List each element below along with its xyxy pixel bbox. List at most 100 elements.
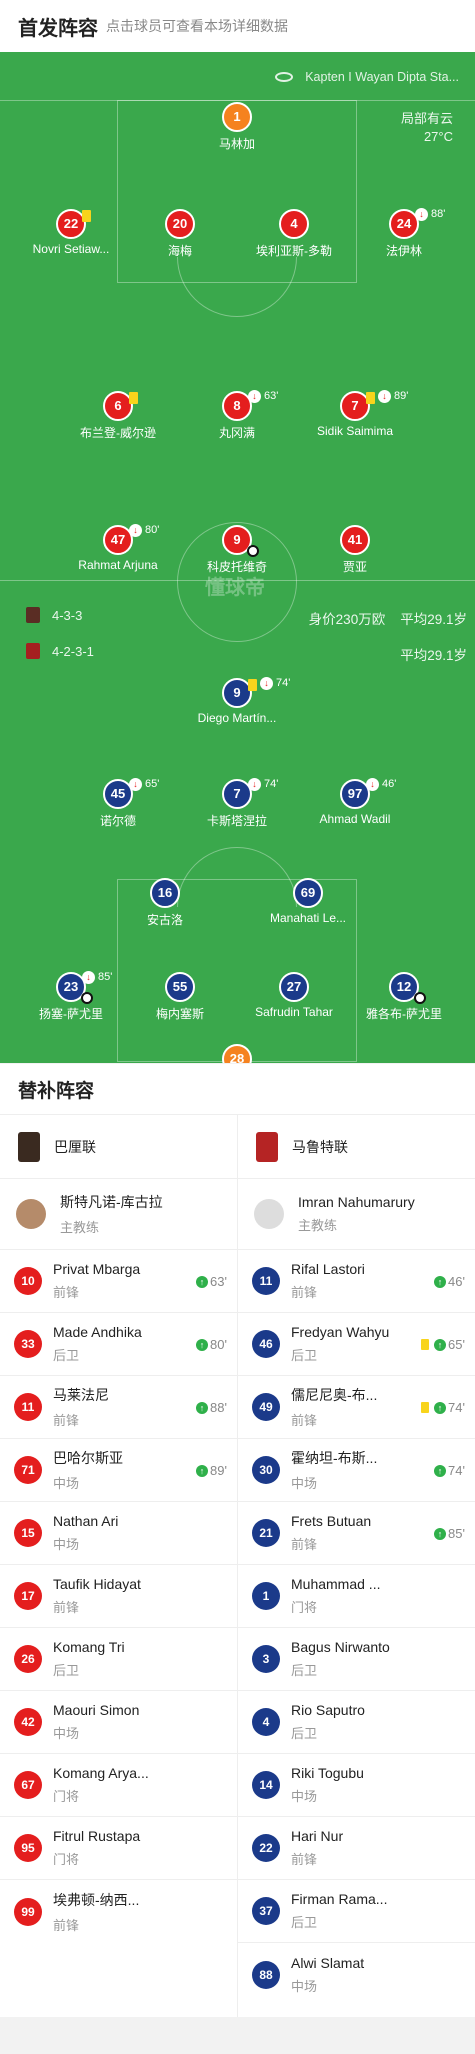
- bench-player-row[interactable]: 4 Rio Saputro 后卫: [238, 1691, 475, 1754]
- bench-player-row[interactable]: 30 霍纳坦-布斯... 中场 ↑ 74': [238, 1439, 475, 1502]
- sub-time: 63': [210, 1274, 227, 1289]
- coach-name: 斯特凡诺-库古拉: [60, 1194, 163, 1210]
- sub-off-icon: ↓: [260, 677, 273, 690]
- player-position: 门将: [53, 1852, 80, 1867]
- away-coach[interactable]: Imran Nahumarury 主教练: [238, 1179, 475, 1250]
- sub-off-icon: ↓: [415, 208, 428, 221]
- player-name: 霍纳坦-布斯...: [291, 1450, 378, 1466]
- player-away-28[interactable]: 28 迪达: [167, 1044, 307, 1063]
- bench-player-row[interactable]: 17 Taufik Hidayat 前锋: [0, 1565, 237, 1628]
- bench-player-row[interactable]: 42 Maouri Simon 中场: [0, 1691, 237, 1754]
- bench-player-row[interactable]: 33 Made Andhika 后卫 ↑ 80': [0, 1313, 237, 1376]
- away-crest-icon: [26, 643, 40, 659]
- player-number: 28: [222, 1044, 252, 1063]
- sub-time: 65': [145, 778, 160, 790]
- player-name: Privat Mbarga: [53, 1261, 141, 1277]
- player-position: 前锋: [291, 1285, 318, 1300]
- away-team-header[interactable]: 马鲁特联: [238, 1115, 475, 1179]
- bench-player-row[interactable]: 95 Fitrul Rustapa 门将: [0, 1817, 237, 1880]
- bench-player-row[interactable]: 49 儒尼尼奥-布... 前锋 ↑ 74': [238, 1376, 475, 1439]
- home-coach[interactable]: 斯特凡诺-库古拉 主教练: [0, 1179, 237, 1250]
- bench-player-row[interactable]: 67 Komang Arya... 门将: [0, 1754, 237, 1817]
- sub-off-icon: ↓: [378, 390, 391, 403]
- sub-on-icon: ↑: [196, 1338, 209, 1351]
- player-name: Bagus Nirwanto: [291, 1639, 390, 1655]
- player-name: Ahmad Wadil: [319, 812, 391, 826]
- sub-off-icon: ↓: [82, 971, 95, 984]
- bench-player-row[interactable]: 10 Privat Mbarga 前锋 ↑ 63': [0, 1250, 237, 1313]
- player-number: 17: [14, 1582, 42, 1610]
- player-name: Firman Rama...: [291, 1891, 388, 1907]
- player-home-1[interactable]: 1 马林加: [167, 102, 307, 152]
- stadium-icon: [275, 72, 294, 82]
- bench-player-row[interactable]: 99 埃弗顿-纳西... 前锋: [0, 1880, 237, 1943]
- player-away-12[interactable]: 12 雅各布-萨尤里: [334, 972, 474, 1022]
- sub-on-icon: ↑: [196, 1464, 209, 1477]
- lineup-subtitle: 点击球员可查看本场详细数据: [106, 18, 288, 34]
- player-number: 55: [165, 972, 195, 1002]
- away-avg-age: 平均29.1岁: [400, 648, 467, 663]
- player-position: 后卫: [291, 1915, 318, 1930]
- bench-player-row[interactable]: 11 Rifal Lastori 前锋 ↑ 46': [238, 1250, 475, 1313]
- player-name: Sidik Saimima: [316, 424, 394, 438]
- player-number: 67: [14, 1771, 42, 1799]
- player-name: 贾亚: [342, 560, 367, 574]
- bench-player-row[interactable]: 26 Komang Tri 后卫: [0, 1628, 237, 1691]
- penalty-arc-top: [177, 257, 297, 317]
- player-number: 21: [252, 1519, 280, 1547]
- bench-player-row[interactable]: 15 Nathan Ari 中场: [0, 1502, 237, 1565]
- player-position: 前锋: [291, 1537, 318, 1552]
- player-home-24[interactable]: 24 法伊林 ↓ 88': [334, 208, 474, 259]
- home-crest-icon: [26, 607, 40, 623]
- sub-time: 63': [264, 390, 279, 402]
- player-name: Maouri Simon: [53, 1702, 140, 1718]
- bench-player-row[interactable]: 1 Muhammad ... 门将: [238, 1565, 475, 1628]
- sub-off-icon: ↓: [129, 524, 142, 537]
- player-number: 33: [14, 1330, 42, 1358]
- sub-time: 46': [448, 1274, 465, 1289]
- sub-time: 85': [448, 1526, 465, 1541]
- yellow-card-icon: [421, 1339, 430, 1350]
- player-position: 后卫: [53, 1663, 80, 1678]
- player-home-7[interactable]: 7 Sidik Saimima ↓ 89': [285, 390, 425, 438]
- sub-on-icon: ↑: [196, 1275, 209, 1288]
- venue-name: Kapten I Wayan Dipta Sta...: [305, 70, 459, 84]
- bench-player-row[interactable]: 3 Bagus Nirwanto 后卫: [238, 1628, 475, 1691]
- player-position: 门将: [53, 1789, 80, 1804]
- bench-player-row[interactable]: 37 Firman Rama... 后卫: [238, 1880, 475, 1943]
- sub-time: 89': [210, 1463, 227, 1478]
- bench-player-row[interactable]: 71 巴哈尔斯亚 中场 ↑ 89': [0, 1439, 237, 1502]
- player-away-97[interactable]: 97 Ahmad Wadil ↓ 46': [285, 778, 425, 826]
- player-away-69[interactable]: 69 Manahati Le...: [238, 878, 378, 925]
- bench-player-row[interactable]: 21 Frets Butuan 前锋 ↑ 85': [238, 1502, 475, 1565]
- bench-player-row[interactable]: 22 Hari Nur 前锋: [238, 1817, 475, 1880]
- player-position: 中场: [291, 1978, 318, 1994]
- home-team-header[interactable]: 巴厘联: [0, 1115, 237, 1179]
- player-home-41[interactable]: 41 贾亚: [285, 525, 425, 575]
- bench-player-row[interactable]: 88 Alwi Slamat 中场: [238, 1943, 475, 2006]
- player-name: 法伊林: [385, 244, 422, 258]
- player-number: 46: [252, 1330, 280, 1358]
- player-name: Hari Nur: [291, 1828, 344, 1844]
- player-away-9[interactable]: 9 Diego Martín... ↓ 74': [167, 677, 307, 725]
- player-away-16[interactable]: 16 安古洛: [95, 878, 235, 928]
- sub-time: 80': [145, 524, 160, 536]
- coach-role: 主教练: [60, 1220, 100, 1235]
- bench-player-row[interactable]: 14 Riki Togubu 中场: [238, 1754, 475, 1817]
- player-number: 1: [222, 102, 252, 132]
- bench-player-row[interactable]: 11 马莱法尼 前锋 ↑ 88': [0, 1376, 237, 1439]
- sub-off-icon: ↓: [248, 390, 261, 403]
- bali-united-crest-icon: [18, 1131, 40, 1162]
- player-position: 后卫: [291, 1348, 318, 1363]
- player-name: Diego Martín...: [197, 711, 277, 725]
- away-team-name: 马鲁特联: [292, 1138, 348, 1155]
- lineup-header: 首发阵容 点击球员可查看本场详细数据: [0, 0, 475, 52]
- player-number: 1: [252, 1582, 280, 1610]
- player-position: 中场: [53, 1726, 80, 1741]
- sub-on-icon: ↑: [434, 1338, 447, 1351]
- yellow-card-icon: [421, 1402, 430, 1413]
- player-name: Nathan Ari: [53, 1513, 119, 1529]
- sub-time: 74': [448, 1400, 465, 1415]
- bench-player-row[interactable]: 46 Fredyan Wahyu 后卫 ↑ 65': [238, 1313, 475, 1376]
- away-formation: 4-2-3-1: [26, 643, 94, 659]
